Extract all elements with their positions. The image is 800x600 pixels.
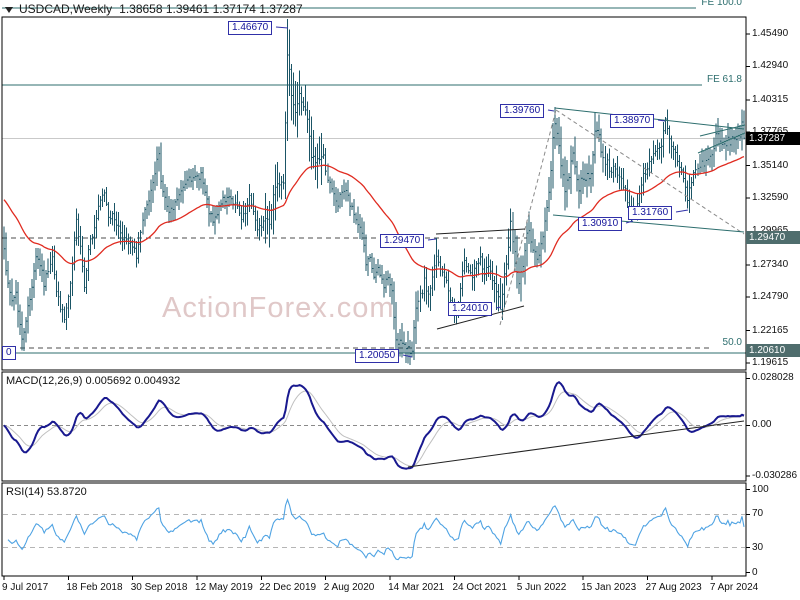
annotation-lines-under bbox=[2, 7, 746, 354]
rsi-line bbox=[7, 498, 745, 561]
macd-indicator-label: MACD(12,26,9) 0.005692 0.004932 bbox=[6, 375, 181, 387]
macd-signal-line bbox=[3, 390, 745, 467]
trend-up-dashed bbox=[499, 109, 557, 326]
support-mid-line bbox=[552, 214, 745, 233]
callout-connector bbox=[275, 26, 289, 29]
neckline bbox=[435, 228, 526, 235]
chart-window: USDCAD,Weekly 1.38658 1.39461 1.37174 1.3… bbox=[0, 0, 800, 600]
callout-connector bbox=[675, 209, 689, 213]
ohlc-quote: 1.38658 1.39461 1.37174 1.37287 bbox=[119, 2, 303, 16]
triangle-up-line bbox=[436, 305, 525, 330]
chart-canvas[interactable] bbox=[0, 0, 800, 600]
close-ticks-path bbox=[4, 54, 745, 354]
resistance-line bbox=[554, 107, 745, 130]
price-bars bbox=[3, 19, 745, 365]
chart-title: USDCAD,Weekly 1.38658 1.39461 1.37174 1.3… bbox=[5, 2, 303, 17]
panel-borders bbox=[1, 16, 747, 577]
rsi-indicator-label: RSI(14) 53.8720 bbox=[6, 486, 87, 498]
symbol-timeframe-label: USDCAD,Weekly bbox=[19, 2, 113, 16]
dropdown-arrow-icon bbox=[5, 7, 13, 13]
rsi-panel-border bbox=[1, 482, 747, 577]
callout-connector bbox=[547, 109, 555, 112]
macd-trendline bbox=[407, 420, 745, 468]
callout-connector bbox=[427, 238, 437, 241]
rsi-plot bbox=[3, 498, 745, 561]
macd-panel-border bbox=[1, 371, 747, 482]
axis-ticks bbox=[3, 33, 750, 580]
macd-plot bbox=[3, 380, 745, 470]
